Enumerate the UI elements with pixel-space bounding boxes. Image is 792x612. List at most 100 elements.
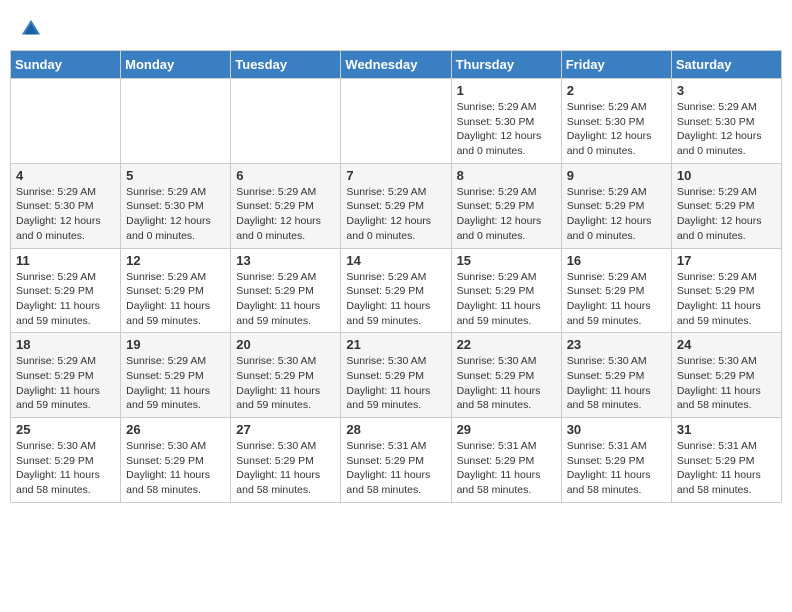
day-number: 21	[346, 337, 445, 352]
day-number: 10	[677, 168, 776, 183]
calendar-week-row: 1 Sunrise: 5:29 AM Sunset: 5:30 PM Daylig…	[11, 79, 782, 164]
calendar-week-row: 18 Sunrise: 5:29 AM Sunset: 5:29 PM Dayli…	[11, 333, 782, 418]
day-number: 20	[236, 337, 335, 352]
calendar-cell: 10 Sunrise: 5:29 AM Sunset: 5:29 PM Dayli…	[671, 163, 781, 248]
day-info: Sunrise: 5:29 AM Sunset: 5:29 PM Dayligh…	[126, 354, 225, 413]
day-number: 13	[236, 253, 335, 268]
day-number: 11	[16, 253, 115, 268]
calendar-cell: 11 Sunrise: 5:29 AM Sunset: 5:29 PM Dayli…	[11, 248, 121, 333]
calendar-cell: 19 Sunrise: 5:29 AM Sunset: 5:29 PM Dayli…	[121, 333, 231, 418]
day-number: 25	[16, 422, 115, 437]
day-info: Sunrise: 5:31 AM Sunset: 5:29 PM Dayligh…	[457, 439, 556, 498]
calendar-cell	[341, 79, 451, 164]
day-info: Sunrise: 5:31 AM Sunset: 5:29 PM Dayligh…	[567, 439, 666, 498]
calendar-cell: 26 Sunrise: 5:30 AM Sunset: 5:29 PM Dayli…	[121, 418, 231, 503]
day-header-monday: Monday	[121, 51, 231, 79]
calendar-week-row: 4Sunrise: 5:29 AM Sunset: 5:30 PM Daylig…	[11, 163, 782, 248]
day-info: Sunrise: 5:29 AM Sunset: 5:29 PM Dayligh…	[677, 185, 776, 244]
day-info: Sunrise: 5:30 AM Sunset: 5:29 PM Dayligh…	[16, 439, 115, 498]
day-header-friday: Friday	[561, 51, 671, 79]
day-info: Sunrise: 5:29 AM Sunset: 5:29 PM Dayligh…	[567, 185, 666, 244]
day-info: Sunrise: 5:30 AM Sunset: 5:29 PM Dayligh…	[236, 439, 335, 498]
calendar-cell: 29Sunrise: 5:31 AM Sunset: 5:29 PM Dayli…	[451, 418, 561, 503]
calendar-cell: 5 Sunrise: 5:29 AM Sunset: 5:30 PM Daylig…	[121, 163, 231, 248]
day-info: Sunrise: 5:30 AM Sunset: 5:29 PM Dayligh…	[126, 439, 225, 498]
day-number: 17	[677, 253, 776, 268]
calendar-cell: 17 Sunrise: 5:29 AM Sunset: 5:29 PM Dayli…	[671, 248, 781, 333]
day-header-thursday: Thursday	[451, 51, 561, 79]
day-number: 16	[567, 253, 666, 268]
day-info: Sunrise: 5:29 AM Sunset: 5:29 PM Dayligh…	[457, 270, 556, 329]
calendar-cell	[231, 79, 341, 164]
day-number: 26	[126, 422, 225, 437]
day-header-saturday: Saturday	[671, 51, 781, 79]
calendar-cell: 18 Sunrise: 5:29 AM Sunset: 5:29 PM Dayli…	[11, 333, 121, 418]
day-info: Sunrise: 5:31 AM Sunset: 5:29 PM Dayligh…	[346, 439, 445, 498]
calendar-cell: 24Sunrise: 5:30 AM Sunset: 5:29 PM Dayli…	[671, 333, 781, 418]
calendar-cell: 22Sunrise: 5:30 AM Sunset: 5:29 PM Dayli…	[451, 333, 561, 418]
calendar-cell: 28 Sunrise: 5:31 AM Sunset: 5:29 PM Dayli…	[341, 418, 451, 503]
calendar-week-row: 25 Sunrise: 5:30 AM Sunset: 5:29 PM Dayli…	[11, 418, 782, 503]
calendar-cell: 2Sunrise: 5:29 AM Sunset: 5:30 PM Daylig…	[561, 79, 671, 164]
day-number: 1	[457, 83, 556, 98]
day-info: Sunrise: 5:30 AM Sunset: 5:29 PM Dayligh…	[567, 354, 666, 413]
calendar-cell: 30Sunrise: 5:31 AM Sunset: 5:29 PM Dayli…	[561, 418, 671, 503]
day-number: 15	[457, 253, 556, 268]
logo-icon	[20, 18, 42, 40]
day-info: Sunrise: 5:29 AM Sunset: 5:29 PM Dayligh…	[236, 270, 335, 329]
calendar-week-row: 11 Sunrise: 5:29 AM Sunset: 5:29 PM Dayli…	[11, 248, 782, 333]
calendar-table: SundayMondayTuesdayWednesdayThursdayFrid…	[10, 50, 782, 503]
day-info: Sunrise: 5:29 AM Sunset: 5:29 PM Dayligh…	[567, 270, 666, 329]
day-header-wednesday: Wednesday	[341, 51, 451, 79]
calendar-cell: 12 Sunrise: 5:29 AM Sunset: 5:29 PM Dayli…	[121, 248, 231, 333]
day-number: 14	[346, 253, 445, 268]
calendar-header-row: SundayMondayTuesdayWednesdayThursdayFrid…	[11, 51, 782, 79]
day-info: Sunrise: 5:30 AM Sunset: 5:29 PM Dayligh…	[236, 354, 335, 413]
day-number: 27	[236, 422, 335, 437]
calendar-cell: 4Sunrise: 5:29 AM Sunset: 5:30 PM Daylig…	[11, 163, 121, 248]
day-number: 7	[346, 168, 445, 183]
calendar-cell: 21 Sunrise: 5:30 AM Sunset: 5:29 PM Dayli…	[341, 333, 451, 418]
day-header-sunday: Sunday	[11, 51, 121, 79]
day-info: Sunrise: 5:31 AM Sunset: 5:29 PM Dayligh…	[677, 439, 776, 498]
day-info: Sunrise: 5:29 AM Sunset: 5:30 PM Dayligh…	[126, 185, 225, 244]
calendar-cell: 13 Sunrise: 5:29 AM Sunset: 5:29 PM Dayli…	[231, 248, 341, 333]
day-info: Sunrise: 5:29 AM Sunset: 5:29 PM Dayligh…	[16, 270, 115, 329]
day-number: 9	[567, 168, 666, 183]
calendar-cell: 25 Sunrise: 5:30 AM Sunset: 5:29 PM Dayli…	[11, 418, 121, 503]
day-info: Sunrise: 5:29 AM Sunset: 5:29 PM Dayligh…	[16, 354, 115, 413]
calendar-cell: 1 Sunrise: 5:29 AM Sunset: 5:30 PM Daylig…	[451, 79, 561, 164]
calendar-cell: 20 Sunrise: 5:30 AM Sunset: 5:29 PM Dayli…	[231, 333, 341, 418]
day-info: Sunrise: 5:29 AM Sunset: 5:30 PM Dayligh…	[16, 185, 115, 244]
calendar-cell	[11, 79, 121, 164]
calendar-cell: 15 Sunrise: 5:29 AM Sunset: 5:29 PM Dayli…	[451, 248, 561, 333]
day-info: Sunrise: 5:29 AM Sunset: 5:29 PM Dayligh…	[677, 270, 776, 329]
day-info: Sunrise: 5:29 AM Sunset: 5:30 PM Dayligh…	[457, 100, 556, 159]
day-number: 8	[457, 168, 556, 183]
calendar-cell	[121, 79, 231, 164]
day-number: 24	[677, 337, 776, 352]
day-number: 31	[677, 422, 776, 437]
calendar-cell: 31 Sunrise: 5:31 AM Sunset: 5:29 PM Dayli…	[671, 418, 781, 503]
day-number: 12	[126, 253, 225, 268]
calendar-cell: 16 Sunrise: 5:29 AM Sunset: 5:29 PM Dayli…	[561, 248, 671, 333]
calendar-cell: 23Sunrise: 5:30 AM Sunset: 5:29 PM Dayli…	[561, 333, 671, 418]
day-info: Sunrise: 5:29 AM Sunset: 5:29 PM Dayligh…	[346, 270, 445, 329]
calendar-cell: 8 Sunrise: 5:29 AM Sunset: 5:29 PM Daylig…	[451, 163, 561, 248]
day-number: 5	[126, 168, 225, 183]
day-info: Sunrise: 5:29 AM Sunset: 5:29 PM Dayligh…	[457, 185, 556, 244]
day-number: 18	[16, 337, 115, 352]
day-info: Sunrise: 5:29 AM Sunset: 5:29 PM Dayligh…	[236, 185, 335, 244]
day-number: 6	[236, 168, 335, 183]
calendar-cell: 14 Sunrise: 5:29 AM Sunset: 5:29 PM Dayli…	[341, 248, 451, 333]
day-number: 19	[126, 337, 225, 352]
calendar-cell: 27 Sunrise: 5:30 AM Sunset: 5:29 PM Dayli…	[231, 418, 341, 503]
day-header-tuesday: Tuesday	[231, 51, 341, 79]
day-number: 3	[677, 83, 776, 98]
day-info: Sunrise: 5:29 AM Sunset: 5:30 PM Dayligh…	[677, 100, 776, 159]
day-info: Sunrise: 5:30 AM Sunset: 5:29 PM Dayligh…	[346, 354, 445, 413]
day-number: 28	[346, 422, 445, 437]
calendar-cell: 3 Sunrise: 5:29 AM Sunset: 5:30 PM Daylig…	[671, 79, 781, 164]
day-info: Sunrise: 5:29 AM Sunset: 5:29 PM Dayligh…	[126, 270, 225, 329]
calendar-cell: 6 Sunrise: 5:29 AM Sunset: 5:29 PM Daylig…	[231, 163, 341, 248]
